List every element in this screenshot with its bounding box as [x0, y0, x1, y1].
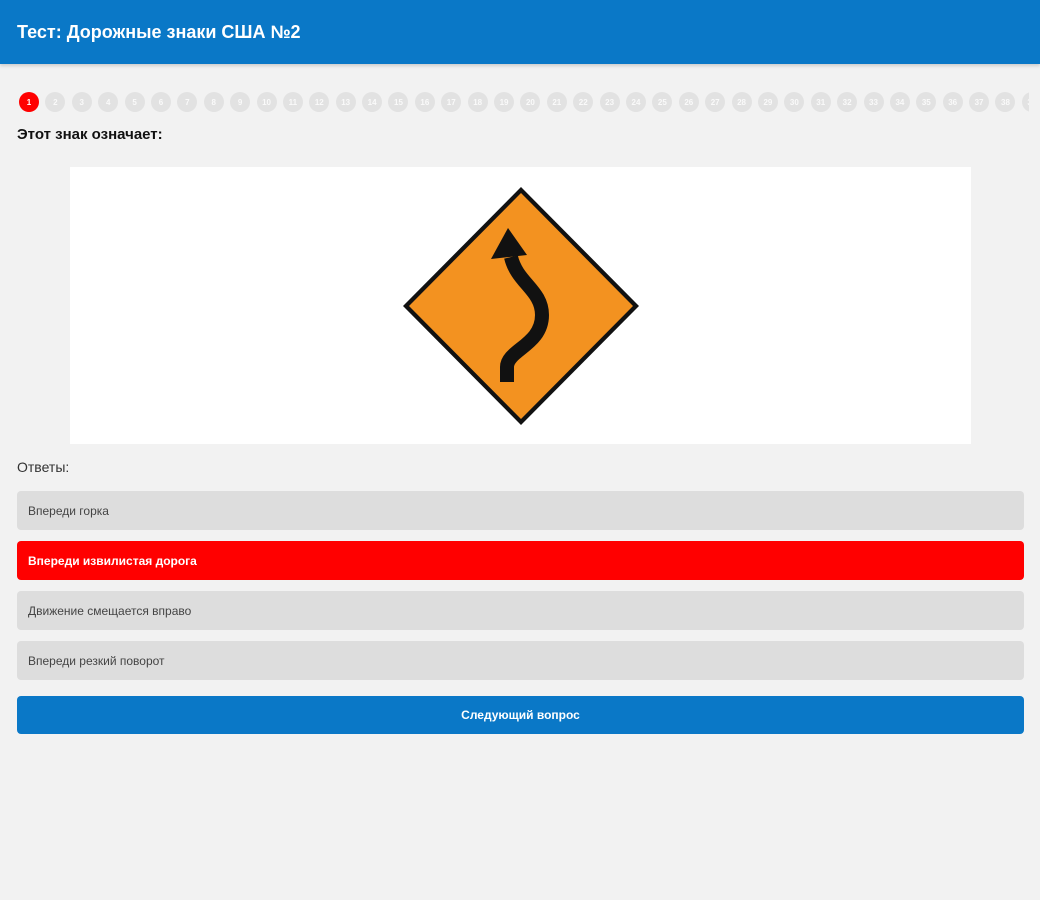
progress-dot-19[interactable]: 19	[494, 92, 515, 112]
progress-dot-13[interactable]: 13	[335, 92, 356, 112]
page-title: Тест: Дорожные знаки США №2	[17, 21, 301, 42]
app-header: Тест: Дорожные знаки США №2	[0, 0, 1040, 64]
answers-label: Ответы:	[17, 459, 70, 475]
progress-dot-16[interactable]: 16	[414, 92, 435, 112]
progress-dot-12[interactable]: 12	[309, 92, 330, 112]
progress-dot-25[interactable]: 25	[652, 92, 673, 112]
progress-dot-35[interactable]: 35	[916, 92, 937, 112]
progress-dot-8[interactable]: 8	[203, 92, 224, 112]
progress-dot-9[interactable]: 9	[230, 92, 251, 112]
progress-dot-31[interactable]: 31	[810, 92, 831, 112]
progress-dot-37[interactable]: 37	[969, 92, 990, 112]
question-text: Этот знак означает:	[17, 126, 163, 143]
progress-dot-5[interactable]: 5	[124, 92, 145, 112]
question-progress: 1 2 3 4 5 6 7 8 9 10 11 12 13 14 15 16 17 18 19 20 21 22 23 24 2…	[19, 92, 1029, 112]
progress-dot-10[interactable]: 10	[256, 92, 277, 112]
winding-road-sign-icon	[403, 187, 639, 425]
progress-dot-4[interactable]: 4	[98, 92, 119, 112]
progress-dot-27[interactable]: 27	[705, 92, 726, 112]
answer-option[interactable]: Впереди горка	[17, 491, 1024, 530]
answer-option[interactable]: Впереди резкий поворот	[17, 641, 1024, 680]
progress-dot-22[interactable]: 22	[573, 92, 594, 112]
progress-dot-1[interactable]: 1	[19, 92, 39, 112]
progress-dot-24[interactable]: 24	[625, 92, 646, 112]
progress-dot-3[interactable]: 3	[71, 92, 92, 112]
next-question-label: Следующий вопрос	[461, 708, 580, 722]
answer-option[interactable]: Движение смещается вправо	[17, 591, 1024, 630]
progress-dot-14[interactable]: 14	[362, 92, 383, 112]
answer-option-label: Движение смещается вправо	[28, 603, 192, 618]
progress-dot-17[interactable]: 17	[441, 92, 462, 112]
answer-option-selected[interactable]: Впереди извилистая дорога	[17, 541, 1024, 580]
progress-dot-34[interactable]: 34	[889, 92, 910, 112]
progress-dot-29[interactable]: 29	[757, 92, 778, 112]
next-question-button[interactable]: Следующий вопрос	[17, 696, 1024, 734]
progress-dot-2[interactable]: 2	[45, 92, 66, 112]
progress-dot-21[interactable]: 21	[546, 92, 567, 112]
progress-dot-32[interactable]: 32	[837, 92, 858, 112]
progress-dot-30[interactable]: 30	[784, 92, 805, 112]
progress-dot-20[interactable]: 20	[520, 92, 541, 112]
progress-dot-11[interactable]: 11	[282, 92, 303, 112]
sign-image-panel	[70, 167, 971, 444]
answer-option-label: Впереди извилистая дорога	[28, 553, 197, 568]
progress-dot-39[interactable]: 39	[1021, 92, 1029, 112]
progress-dot-6[interactable]: 6	[150, 92, 171, 112]
progress-dot-7[interactable]: 7	[177, 92, 198, 112]
progress-dot-18[interactable]: 18	[467, 92, 488, 112]
progress-dot-36[interactable]: 36	[942, 92, 963, 112]
progress-dot-28[interactable]: 28	[731, 92, 752, 112]
answer-option-label: Впереди резкий поворот	[28, 653, 165, 668]
progress-dot-15[interactable]: 15	[388, 92, 409, 112]
progress-dot-23[interactable]: 23	[599, 92, 620, 112]
answer-option-label: Впереди горка	[28, 503, 109, 518]
progress-dot-38[interactable]: 38	[995, 92, 1016, 112]
progress-dot-33[interactable]: 33	[863, 92, 884, 112]
progress-dot-26[interactable]: 26	[678, 92, 699, 112]
